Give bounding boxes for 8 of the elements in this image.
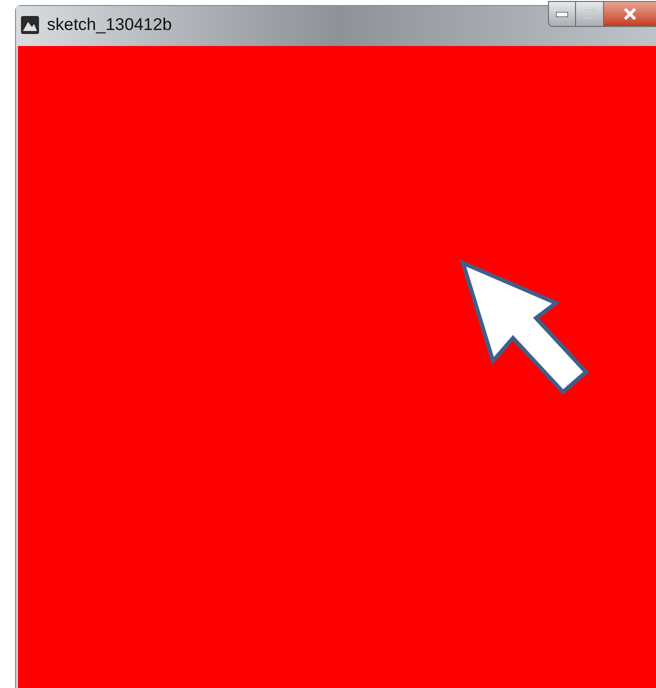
app-icon [21,16,39,34]
minimize-button[interactable] [548,1,576,27]
minimize-icon [556,12,568,16]
maximize-icon [584,9,596,19]
close-icon [623,8,637,20]
maximize-button[interactable] [576,1,604,27]
window-title: sketch_130412b [47,14,172,36]
close-button[interactable] [604,1,656,27]
